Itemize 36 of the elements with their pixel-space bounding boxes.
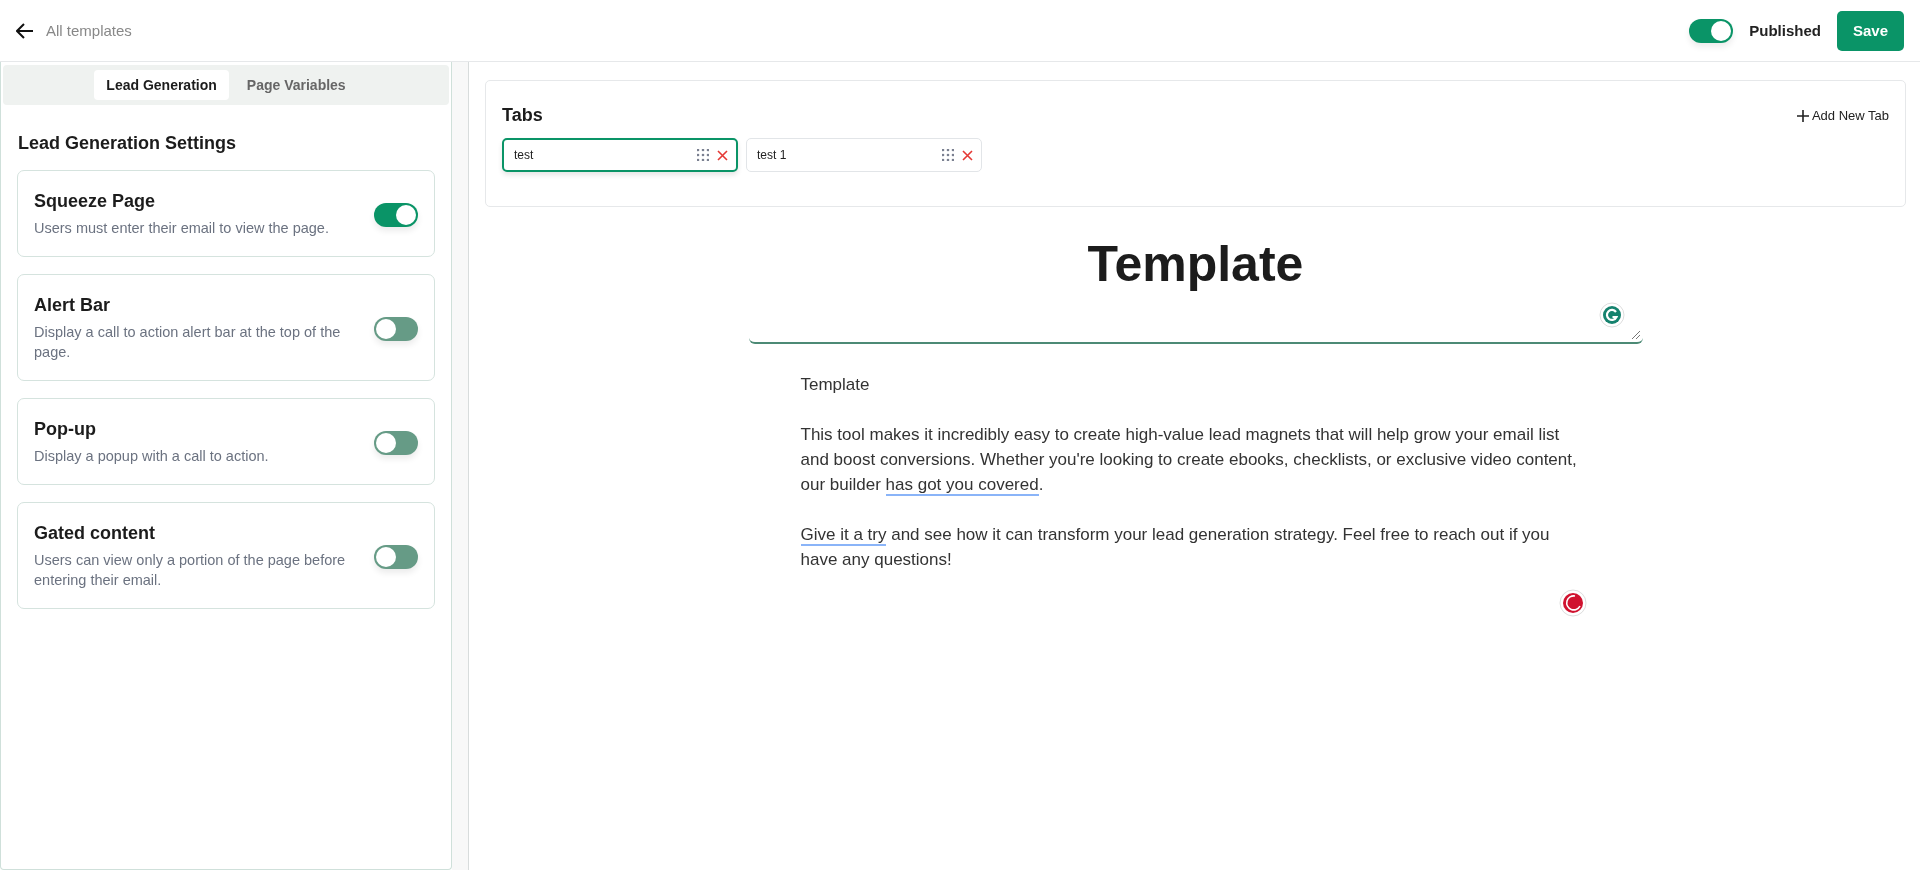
drag-handle-icon[interactable] bbox=[942, 149, 954, 161]
body-paragraph: This tool makes it incredibly easy to create high-value lead magnets that will help grow your email list and boost conversions. Whether you're looking to create ebooks, checklists, or exclusive video content, our builder has got you covered. bbox=[800, 424, 1578, 497]
grammar-assistant-icon[interactable] bbox=[1598, 302, 1625, 328]
setting-title: Pop-up bbox=[34, 419, 97, 440]
save-button[interactable]: Save bbox=[1836, 10, 1904, 51]
body-paragraph: Give it a try and see how it can transform your lead generation strategy. Feel free to reach out if you have any questions! bbox=[800, 524, 1551, 571]
delete-icon[interactable] bbox=[717, 149, 728, 161]
setting-title: Squeeze Page bbox=[34, 191, 157, 212]
published-toggle[interactable] bbox=[1689, 18, 1734, 43]
setting-toggle[interactable] bbox=[374, 316, 418, 341]
setting-toggle[interactable] bbox=[374, 430, 418, 455]
tab-chip[interactable]: test bbox=[502, 138, 738, 172]
settings-heading: Lead Generation Settings bbox=[18, 133, 238, 154]
writing-assistant-icon[interactable] bbox=[1558, 589, 1587, 617]
published-label: Published bbox=[1749, 22, 1821, 39]
setting-description: Display a popup with a call to action. bbox=[34, 447, 270, 466]
tabs-heading: Tabs bbox=[502, 105, 543, 126]
setting-description: Users must enter their email to view the page. bbox=[34, 219, 330, 238]
add-tab-button[interactable]: Add New Tab bbox=[1796, 108, 1889, 123]
settings-tab[interactable]: Lead Generation bbox=[94, 70, 229, 100]
tab-chip[interactable]: test 1 bbox=[746, 138, 982, 172]
plus-icon bbox=[1796, 109, 1809, 122]
setting-title: Alert Bar bbox=[34, 295, 112, 316]
setting-title: Gated content bbox=[34, 523, 156, 544]
setting-description: Users can view only a portion of the page before entering their email. bbox=[34, 551, 347, 590]
resize-handle-icon[interactable] bbox=[1630, 330, 1641, 340]
setting-toggle[interactable] bbox=[374, 202, 418, 227]
drag-handle-icon[interactable] bbox=[697, 149, 709, 161]
body-paragraph: Template bbox=[800, 374, 871, 396]
setting-description: Display a call to action alert bar at the top of the page. bbox=[34, 323, 342, 362]
setting-toggle[interactable] bbox=[374, 544, 418, 569]
settings-tab[interactable]: Page Variables bbox=[234, 70, 358, 100]
back-link[interactable]: All templates bbox=[46, 22, 132, 39]
back-arrow-icon[interactable] bbox=[16, 22, 34, 39]
title-field[interactable]: Template bbox=[748, 207, 1643, 344]
delete-icon[interactable] bbox=[962, 149, 973, 161]
